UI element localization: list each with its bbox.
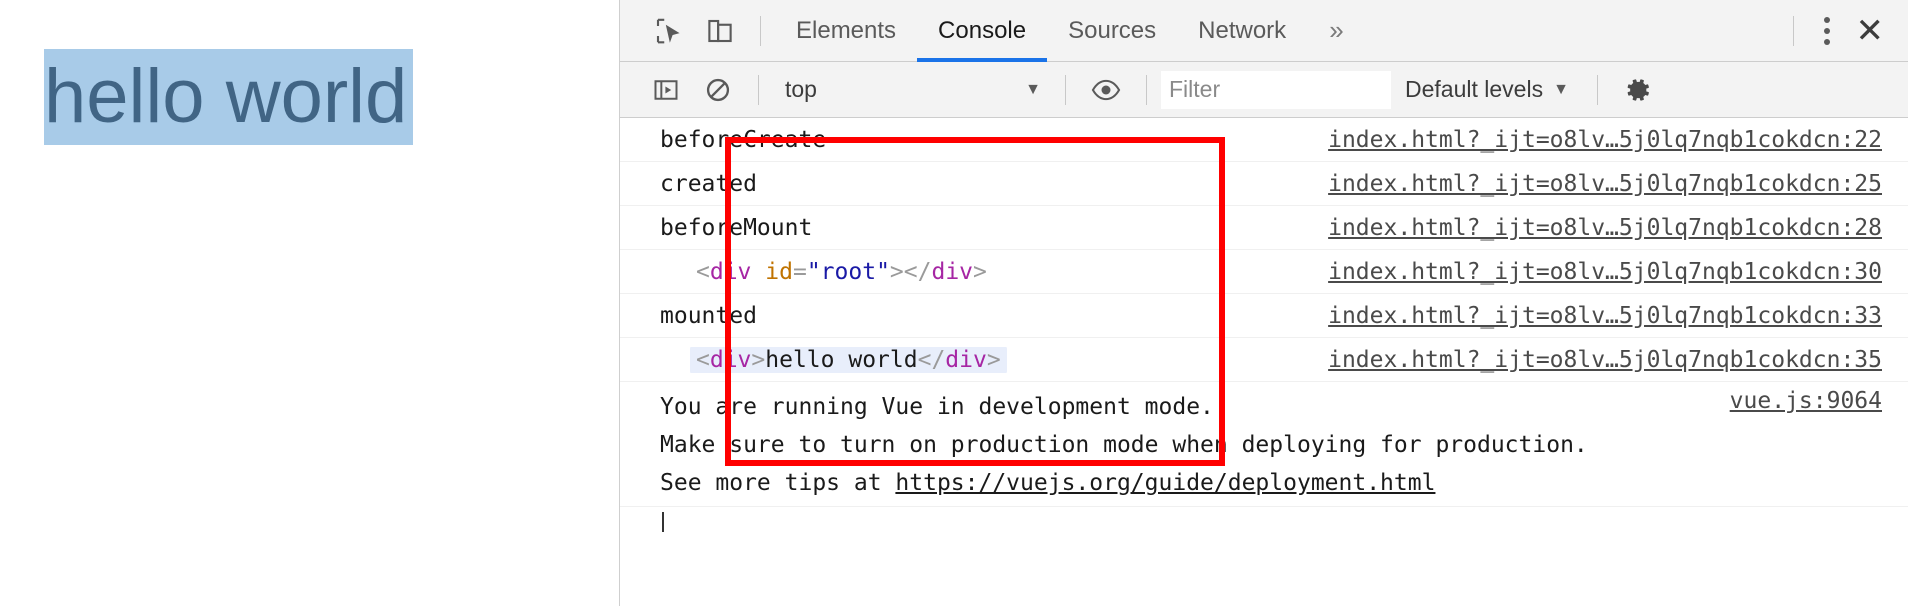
vue-source-link[interactable]: vue.js:9064 [1730,388,1882,414]
console-source-link[interactable]: index.html?_ijt=o8lv…5j0lq7nqb1cokdcn:28 [1328,215,1908,241]
warn-line-2: Make sure to turn on production mode whe… [660,432,1588,458]
console-log-row[interactable]: <div>hello world</div> index.html?_ijt=o8… [620,338,1908,382]
filterbar-divider-2 [1065,74,1066,105]
tab-network[interactable]: Network [1177,0,1307,62]
dom-token-br: </ [903,258,932,285]
toolbar-divider [760,15,761,46]
dom-token-tag: div [709,346,752,373]
console-source-link[interactable]: index.html?_ijt=o8lv…5j0lq7nqb1cokdcn:35 [1328,347,1908,373]
console-log-message: created [660,170,757,197]
gear-icon[interactable] [1612,64,1664,116]
vuejs-deployment-link[interactable]: https://vuejs.org/guide/deployment.html [895,470,1435,496]
tab-network-label: Network [1198,16,1287,44]
dom-token-br: > [751,346,766,373]
chevron-down-icon: ▼ [1025,80,1041,98]
text-caret [662,512,664,532]
console-rows: beforeCreate index.html?_ijt=o8lv…5j0lq7n… [620,118,1908,382]
console-log-message: mounted [660,302,757,329]
console-sidebar-icon[interactable] [640,64,692,116]
screenshot-root: hello world Elements Console Sources Net… [0,0,1908,606]
tab-elements[interactable]: Elements [775,0,917,62]
warn-line-3-prefix: See more tips at [660,470,896,496]
console-log-row[interactable]: created index.html?_ijt=o8lv…5j0lq7nqb1co… [620,162,1908,206]
console-log-message: <div id="root"></div> [660,259,1328,285]
dom-token-attr: id [765,258,793,285]
devtools-panel: Elements Console Sources Network » ✕ top… [620,0,1908,606]
filterbar-divider-4 [1596,74,1598,105]
filterbar-divider-1 [758,74,759,105]
more-tabs-icon[interactable]: » [1307,0,1365,62]
dom-token-tag: div [945,346,987,373]
tab-console-label: Console [938,16,1027,44]
page-viewport: hello world [0,0,620,606]
warn-line-1: You are running Vue in development mode. [660,394,1214,420]
console-log-message: <div>hello world</div> [660,346,1328,373]
console-source-link[interactable]: index.html?_ijt=o8lv…5j0lq7nqb1cokdcn:30 [1328,259,1908,285]
tab-elements-label: Elements [796,16,897,44]
console-log-row[interactable]: beforeMount index.html?_ijt=o8lv…5j0lq7nq… [620,206,1908,250]
console-source-link[interactable]: index.html?_ijt=o8lv…5j0lq7nqb1cokdcn:22 [1328,127,1908,153]
dom-token-br: > [889,258,904,285]
dom-token-tag: div [709,258,752,285]
device-toolbar-icon[interactable] [694,5,746,57]
chevron-down-icon-levels: ▼ [1553,80,1569,98]
more-options-icon[interactable] [1808,16,1846,45]
console-source-link[interactable]: index.html?_ijt=o8lv…5j0lq7nqb1cokdcn:25 [1328,171,1908,197]
dom-token-br: < [696,258,710,285]
console-log-area[interactable]: beforeCreate index.html?_ijt=o8lv…5j0lq7n… [620,118,1908,606]
console-log-message: beforeCreate [660,126,827,153]
console-prompt[interactable] [620,507,1908,537]
tab-sources[interactable]: Sources [1047,0,1177,62]
dom-token-br: < [696,346,710,373]
inspect-element-icon[interactable] [642,5,694,57]
filterbar-divider-3 [1146,74,1147,105]
dom-token-tag: div [931,258,974,285]
dom-token-br: > [973,258,987,285]
vue-dev-mode-message: You are running Vue in development mode.… [620,382,1908,507]
live-expression-icon[interactable] [1080,64,1132,116]
context-selector-value: top [785,76,817,102]
dom-token-text: hello world [765,346,918,373]
log-levels-dropdown[interactable]: Default levels ▼ [1391,76,1583,103]
page-heading: hello world [44,49,414,145]
devtools-tabbar: Elements Console Sources Network » ✕ [620,0,1908,62]
clear-console-icon[interactable] [692,64,744,116]
warn-line-3: See more tips at https://vuejs.org/guide… [660,464,1908,502]
console-log-row[interactable]: beforeCreate index.html?_ijt=o8lv…5j0lq7n… [620,118,1908,162]
context-selector[interactable]: top ▼ [773,70,1051,110]
console-source-link[interactable]: index.html?_ijt=o8lv…5j0lq7nqb1cokdcn:33 [1328,303,1908,329]
dom-node-preview[interactable]: <div>hello world</div> [690,346,1007,373]
console-log-row[interactable]: <div id="root"></div> index.html?_ijt=o8l… [620,250,1908,294]
toolbar-divider-right [1792,15,1794,46]
dom-token-br: </ [917,346,946,373]
dom-token-br: > [986,346,1001,373]
tab-sources-label: Sources [1068,16,1157,44]
console-log-message: beforeMount [660,214,813,241]
dom-node-preview[interactable]: <div id="root"></div> [690,259,993,285]
dom-token-eq: = [792,258,807,285]
dom-token-text [751,259,765,285]
filter-input[interactable] [1161,70,1391,109]
close-icon[interactable]: ✕ [1846,14,1899,48]
console-log-row[interactable]: mounted index.html?_ijt=o8lv…5j0lq7nqb1co… [620,294,1908,338]
dom-token-val: "root" [806,258,890,285]
console-filterbar: top ▼ Default levels ▼ [620,62,1908,118]
tab-console[interactable]: Console [917,0,1048,62]
log-levels-label: Default levels [1405,76,1544,102]
